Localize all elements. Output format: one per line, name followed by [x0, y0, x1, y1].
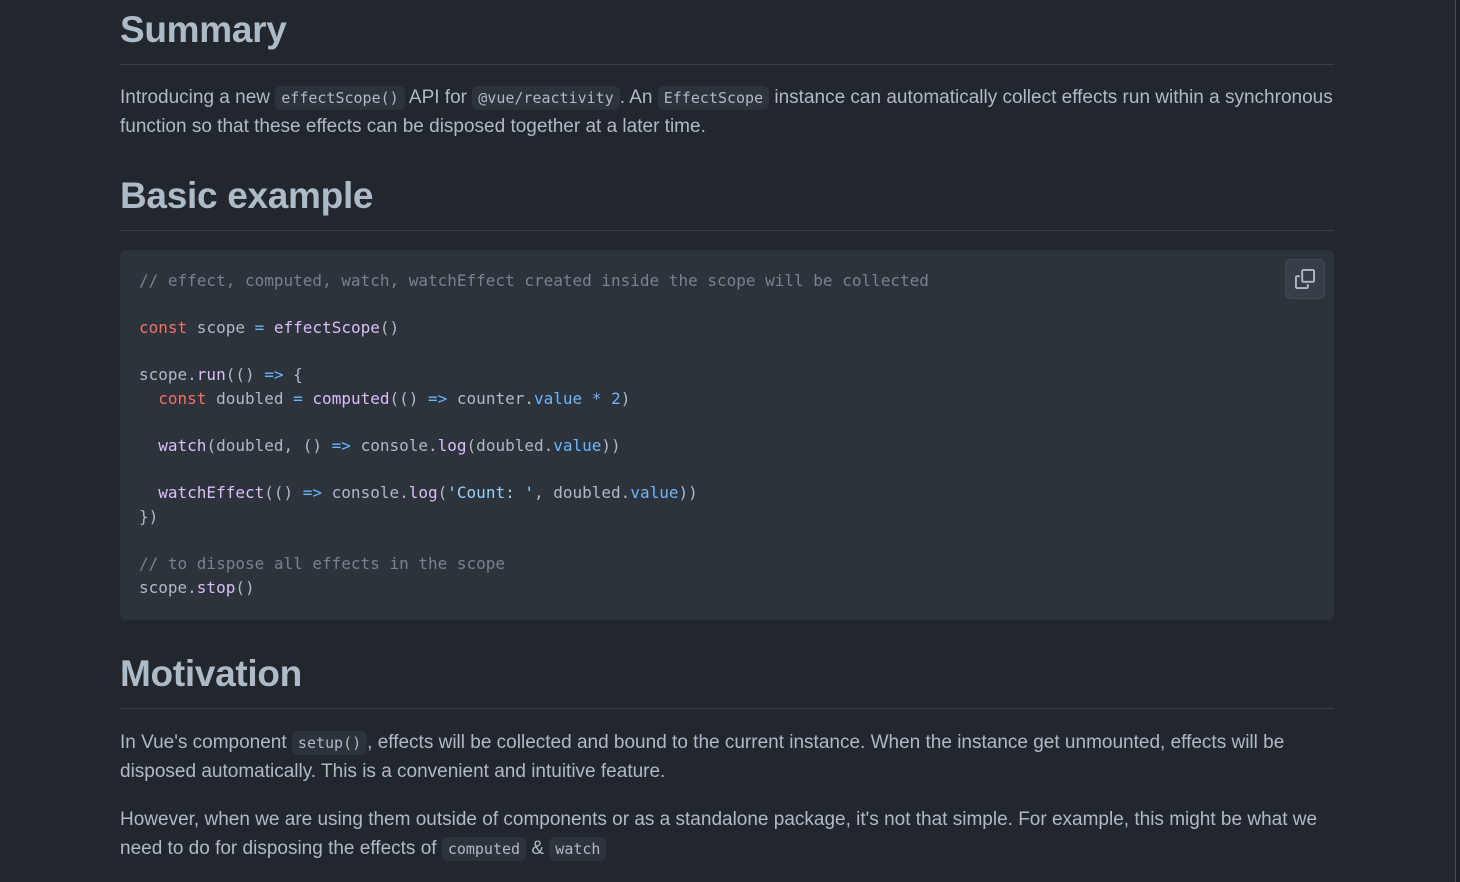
code-function: stop [196, 577, 236, 597]
code-text: counter. [447, 388, 534, 408]
copy-button[interactable] [1285, 259, 1325, 299]
inline-code-effectscope-class: EffectScope [657, 86, 770, 110]
code-function: watchEffect [158, 483, 265, 503]
code-function: effectScope [273, 318, 380, 338]
code-text: scope. [139, 577, 197, 597]
summary-text-1: Introducing a new [120, 87, 276, 108]
code-content: // effect, computed, watch, watchEffect … [120, 250, 1334, 618]
inline-code-setup: setup() [291, 731, 368, 755]
motivation-paragraph-1: In Vue's component setup(), effects will… [120, 729, 1334, 786]
summary-text-3: . An [619, 87, 658, 108]
code-property: value [630, 483, 679, 503]
code-text: (() [264, 483, 303, 503]
code-text: }) [139, 506, 159, 526]
copy-icon [1295, 269, 1315, 289]
motivation-text-1: In Vue's component [120, 732, 292, 753]
code-function: computed [312, 388, 390, 408]
code-property: value [533, 388, 583, 408]
code-text: scope. [139, 365, 197, 385]
code-text: () [379, 318, 400, 338]
code-text: (doubled. [466, 436, 554, 456]
code-text: ( [437, 483, 448, 503]
code-function: run [196, 365, 226, 385]
code-operator: = [293, 388, 303, 408]
code-text: doubled [206, 388, 294, 408]
code-text: (doubled, () [206, 436, 332, 456]
code-text: )) [601, 436, 621, 456]
code-operator: => [331, 436, 351, 456]
code-text: { [283, 365, 303, 385]
inline-code-computed: computed [441, 836, 527, 861]
motivation-paragraph-2: However, when we are using them outside … [120, 806, 1334, 863]
scrollbar[interactable] [1455, 0, 1460, 882]
motivation-text-3: However, when we are using them outside … [120, 809, 1318, 859]
inline-code-effectscope: effectScope() [275, 86, 405, 110]
code-keyword: const [158, 388, 207, 408]
code-text: (() [225, 365, 265, 385]
motivation-text-4: & [526, 837, 550, 859]
code-operator: * [591, 388, 602, 408]
code-text: scope [187, 318, 255, 338]
code-operator: => [428, 388, 448, 408]
code-function: log [408, 483, 438, 503]
code-number: 2 [611, 388, 621, 408]
motivation-heading: Motivation [120, 650, 1334, 709]
code-keyword: const [139, 318, 188, 338]
summary-heading: Summary [120, 6, 1334, 65]
basic-example-heading: Basic example [120, 172, 1334, 231]
code-text: , doubled. [533, 483, 631, 503]
code-text: console. [322, 483, 409, 503]
summary-text-2: API for [404, 87, 473, 108]
inline-code-watch: watch [549, 836, 607, 861]
code-text: ) [620, 388, 631, 408]
inline-code-vue-reactivity: @vue/reactivity [472, 86, 620, 110]
code-operator: => [302, 483, 323, 503]
summary-paragraph: Introducing a new effectScope() API for … [120, 84, 1334, 141]
code-string: 'Count: ' [447, 483, 534, 503]
code-text: (() [389, 388, 429, 408]
code-text: () [235, 577, 255, 597]
code-text: )) [678, 483, 698, 503]
code-operator: = [254, 318, 265, 338]
code-property: value [553, 436, 602, 456]
code-function: log [437, 436, 467, 456]
code-comment: // effect, computed, watch, watchEffect … [139, 271, 929, 290]
code-comment: // to dispose all effects in the scope [139, 554, 506, 574]
code-block: // effect, computed, watch, watchEffect … [120, 250, 1334, 620]
code-function: watch [158, 436, 207, 456]
code-text: console. [350, 436, 438, 456]
code-operator: => [264, 365, 284, 385]
